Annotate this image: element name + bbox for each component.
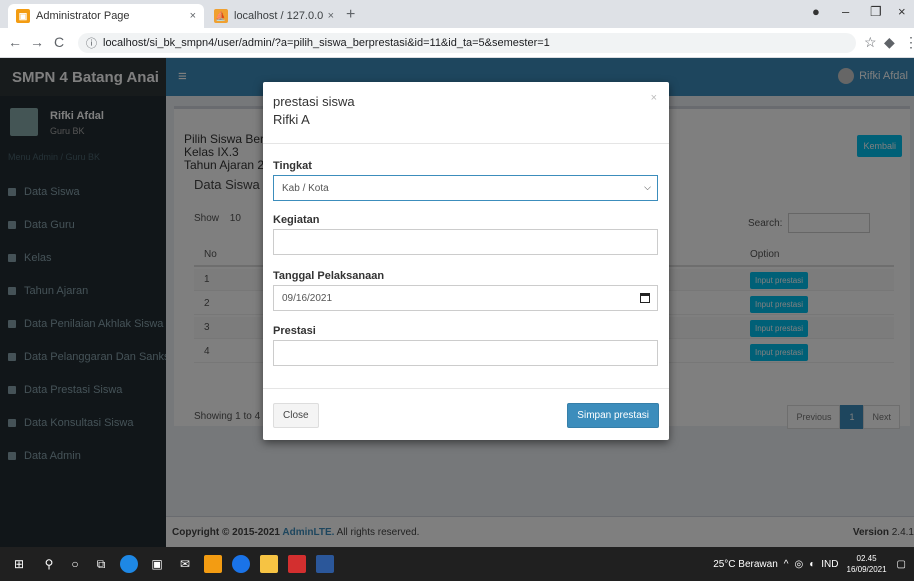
tab-title: localhost / 127.0.0.1 | phpMyAdm (234, 10, 324, 22)
reload-icon[interactable]: C (54, 34, 64, 50)
prestasi-label: Prestasi (273, 325, 316, 337)
kegiatan-input[interactable] (273, 229, 658, 255)
save-prestasi-button[interactable]: Simpan prestasi (567, 403, 659, 428)
back-arrow-icon[interactable]: ← (8, 34, 22, 50)
url-input[interactable]: ⓘ localhost/si_bk_smpn4/user/admin/?a=pi… (78, 33, 856, 53)
modal-header: prestasi siswa Rifki A × (263, 82, 669, 144)
browser-tab-bar: ▣ Administrator Page × ⛵ localhost / 127… (0, 0, 914, 28)
new-tab-button[interactable]: + (346, 6, 355, 24)
tingkat-label: Tingkat (273, 160, 312, 172)
edge-icon[interactable] (120, 555, 138, 573)
url-text: localhost/si_bk_smpn4/user/admin/?a=pili… (103, 37, 550, 49)
prestasi-input[interactable] (273, 340, 658, 366)
tab-close-icon[interactable]: × (190, 10, 196, 22)
task-view-icon[interactable]: ⧉ (92, 555, 110, 573)
chrome-icon[interactable] (232, 555, 250, 573)
tab-phpmyadmin[interactable]: ⛵ localhost / 127.0.0.1 | phpMyAdm × (206, 4, 342, 28)
file-explorer-icon[interactable] (260, 555, 278, 573)
modal-close-icon[interactable]: × (651, 92, 657, 104)
calendar-icon[interactable] (640, 293, 650, 303)
admin-favicon-icon: ▣ (16, 9, 30, 23)
mail-icon[interactable]: ✉ (176, 555, 194, 573)
browser-address-bar: ← → C ⓘ localhost/si_bk_smpn4/user/admin… (0, 28, 914, 58)
tingkat-select[interactable]: Kab / Kota ⌵ (273, 175, 658, 201)
tanggal-date-input[interactable]: 09/16/2021 (273, 285, 658, 311)
window-close-button[interactable]: × (898, 4, 906, 19)
store-icon[interactable]: ▣ (148, 555, 166, 573)
extension-icon[interactable]: ◆ (884, 34, 895, 51)
search-icon[interactable]: ⚲ (40, 555, 58, 573)
language-indicator[interactable]: IND (821, 559, 838, 570)
modal-footer: Close Simpan prestasi (263, 388, 669, 440)
notification-icon[interactable]: ▢ (897, 559, 906, 570)
modal-title: prestasi siswa (273, 94, 355, 109)
cortana-icon[interactable]: ○ (66, 555, 84, 573)
tab-administrator-page[interactable]: ▣ Administrator Page × (8, 4, 204, 28)
windows-start-icon[interactable]: ⊞ (10, 555, 28, 573)
tab-title: Administrator Page (36, 10, 130, 22)
minimize-button[interactable]: – (842, 4, 849, 19)
bookmark-star-icon[interactable]: ☆ (864, 34, 877, 51)
chevron-up-icon[interactable]: ^ (784, 559, 789, 570)
windows-taskbar: ⊞ ⚲ ○ ⧉ ▣ ✉ 25°C Berawan ^ ◎ ◐ IND 02.45… (0, 547, 914, 581)
system-tray: 25°C Berawan ^ ◎ ◐ IND 02.45 16/09/2021 … (713, 547, 914, 581)
maximize-button[interactable]: ❐ (870, 4, 882, 20)
modal-student-name: Rifki A (273, 112, 310, 127)
weather-text[interactable]: 25°C Berawan (713, 559, 778, 570)
close-button[interactable]: Close (273, 403, 319, 428)
acrobat-icon[interactable] (288, 555, 306, 573)
word-icon[interactable] (316, 555, 334, 573)
kegiatan-label: Kegiatan (273, 214, 320, 226)
tab-close-icon[interactable]: × (328, 10, 334, 22)
volume-icon[interactable]: ◐ (809, 559, 815, 570)
forward-arrow-icon[interactable]: → (30, 34, 44, 50)
tanggal-label: Tanggal Pelaksanaan (273, 270, 385, 282)
xampp-icon[interactable] (204, 555, 222, 573)
info-icon: ⓘ (86, 38, 97, 50)
phpmyadmin-favicon-icon: ⛵ (214, 9, 228, 23)
prestasi-modal: prestasi siswa Rifki A × Tingkat Kab / K… (263, 82, 669, 440)
network-icon[interactable]: ◎ (794, 559, 803, 570)
browser-menu-icon[interactable]: ⋮ (904, 34, 914, 51)
chevron-down-icon: ⌵ (644, 182, 651, 192)
profile-icon[interactable]: ● (812, 4, 820, 19)
clock[interactable]: 02.45 16/09/2021 (847, 553, 887, 575)
